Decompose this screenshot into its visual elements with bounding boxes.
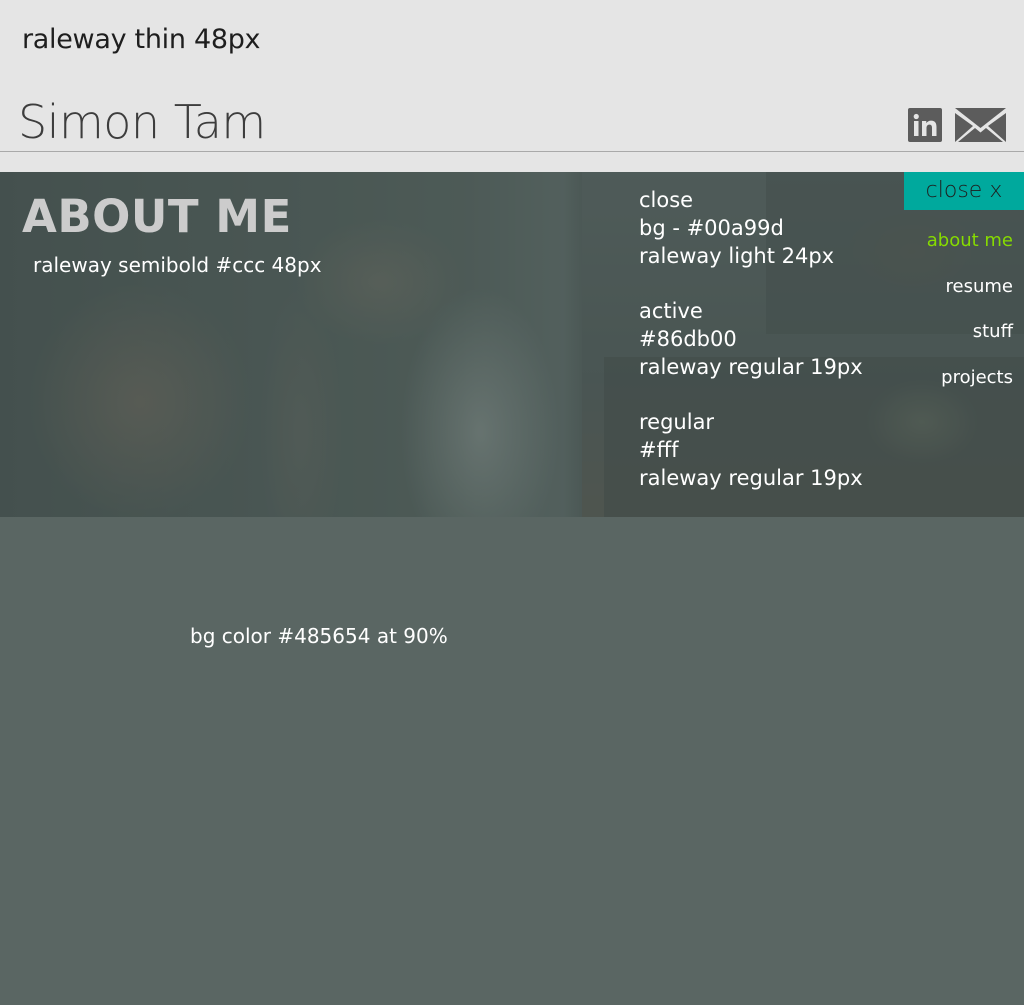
spec-block-regular: regular #fff raleway regular 19px <box>639 408 863 492</box>
spec-line: bg - #00a99d <box>639 216 784 240</box>
linkedin-icon-glyph <box>913 113 937 136</box>
mail-icon[interactable] <box>955 108 1006 142</box>
spec-line: #fff <box>639 438 679 462</box>
header: raleway thin 48px Simon Tam <box>0 0 1024 172</box>
nav-item-projects[interactable]: projects <box>941 367 1013 388</box>
spec-line: #86db00 <box>639 327 737 351</box>
spec-line: active <box>639 299 703 323</box>
linkedin-icon[interactable] <box>908 108 942 142</box>
background-spec-note: bg color #485654 at 90% <box>190 624 448 648</box>
nav-item-about-me[interactable]: about me <box>927 230 1013 251</box>
header-divider <box>0 151 1024 152</box>
mail-icon-glyph <box>955 108 1006 142</box>
page-title: ABOUT ME <box>22 190 292 243</box>
site-name[interactable]: Simon Tam <box>18 95 266 149</box>
spec-block-active: active #86db00 raleway regular 19px <box>639 297 863 381</box>
nav-item-stuff[interactable]: stuff <box>973 321 1013 342</box>
title-spec-note: raleway semibold #ccc 48px <box>33 253 322 277</box>
spec-line: close <box>639 188 694 212</box>
spec-block-close: close bg - #00a99d raleway light 24px <box>639 186 834 270</box>
spec-line: raleway regular 19px <box>639 466 863 490</box>
spec-line: raleway regular 19px <box>639 355 863 379</box>
spec-line: raleway light 24px <box>639 244 835 268</box>
spec-line: regular <box>639 410 715 434</box>
header-spec-note: raleway thin 48px <box>22 24 261 55</box>
nav-item-resume[interactable]: resume <box>946 276 1013 297</box>
about-hero: ABOUT ME raleway semibold #ccc 48px clos… <box>0 172 1024 517</box>
close-button[interactable]: close x <box>904 172 1024 210</box>
page: raleway thin 48px Simon Tam ABOUT ME ral… <box>0 0 1024 1005</box>
